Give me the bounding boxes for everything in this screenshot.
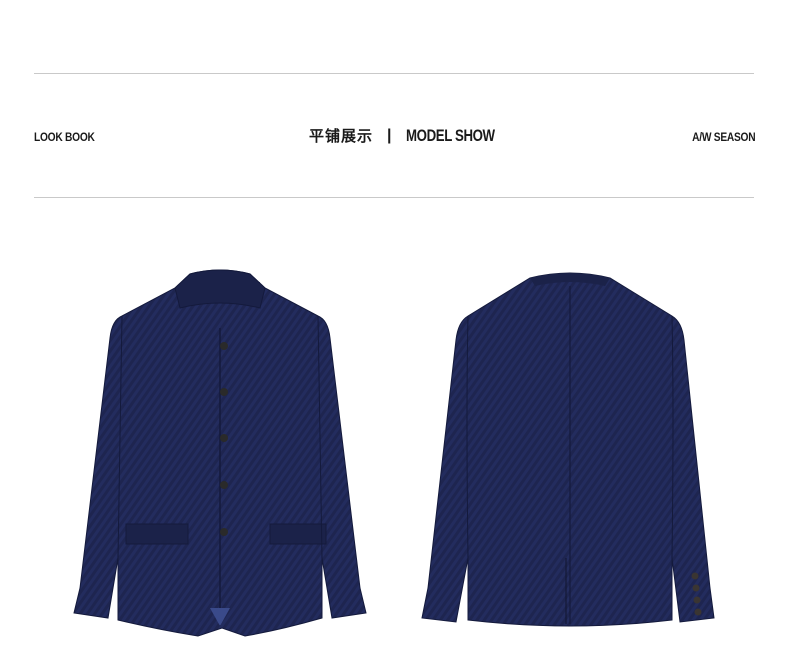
season-label: A/W SEASON bbox=[691, 130, 755, 144]
jacket-back-photo bbox=[410, 258, 730, 648]
look-book-label: LOOK BOOK bbox=[34, 130, 95, 144]
title-separator: | bbox=[387, 126, 392, 144]
top-divider bbox=[34, 73, 754, 74]
jacket-front-photo bbox=[60, 258, 380, 648]
title-english: MODEL SHOW bbox=[405, 125, 495, 145]
title-chinese: 平铺展示 bbox=[309, 127, 374, 145]
section-title: 平铺展示 | MODEL SHOW bbox=[309, 125, 519, 146]
bottom-divider bbox=[34, 197, 754, 198]
